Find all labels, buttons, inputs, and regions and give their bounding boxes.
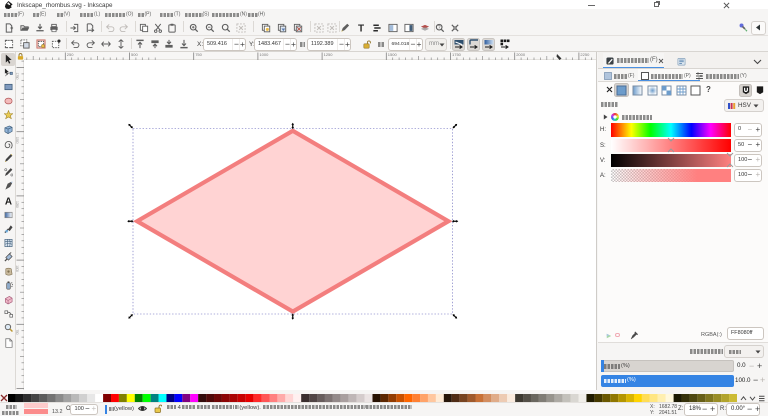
svg-text:1000: 1000 bbox=[16, 265, 19, 272]
svg-text:1750: 1750 bbox=[452, 52, 462, 57]
svg-text:1250: 1250 bbox=[324, 52, 334, 57]
svg-text:500: 500 bbox=[131, 52, 138, 57]
svg-text:1000: 1000 bbox=[259, 52, 269, 57]
svg-text:1750: 1750 bbox=[16, 73, 19, 80]
svg-text:1500: 1500 bbox=[388, 52, 398, 57]
svg-text:?: ? bbox=[438, 25, 441, 31]
svg-text:1250: 1250 bbox=[16, 201, 19, 208]
svg-text:2000: 2000 bbox=[516, 52, 526, 57]
svg-text:250: 250 bbox=[67, 52, 74, 57]
svg-text:1500: 1500 bbox=[16, 137, 19, 144]
svg-text:750: 750 bbox=[16, 329, 19, 334]
svg-text:A: A bbox=[4, 196, 11, 205]
svg-text:T: T bbox=[358, 23, 364, 32]
svg-text:2250: 2250 bbox=[580, 52, 590, 57]
svg-text:750: 750 bbox=[195, 52, 202, 57]
